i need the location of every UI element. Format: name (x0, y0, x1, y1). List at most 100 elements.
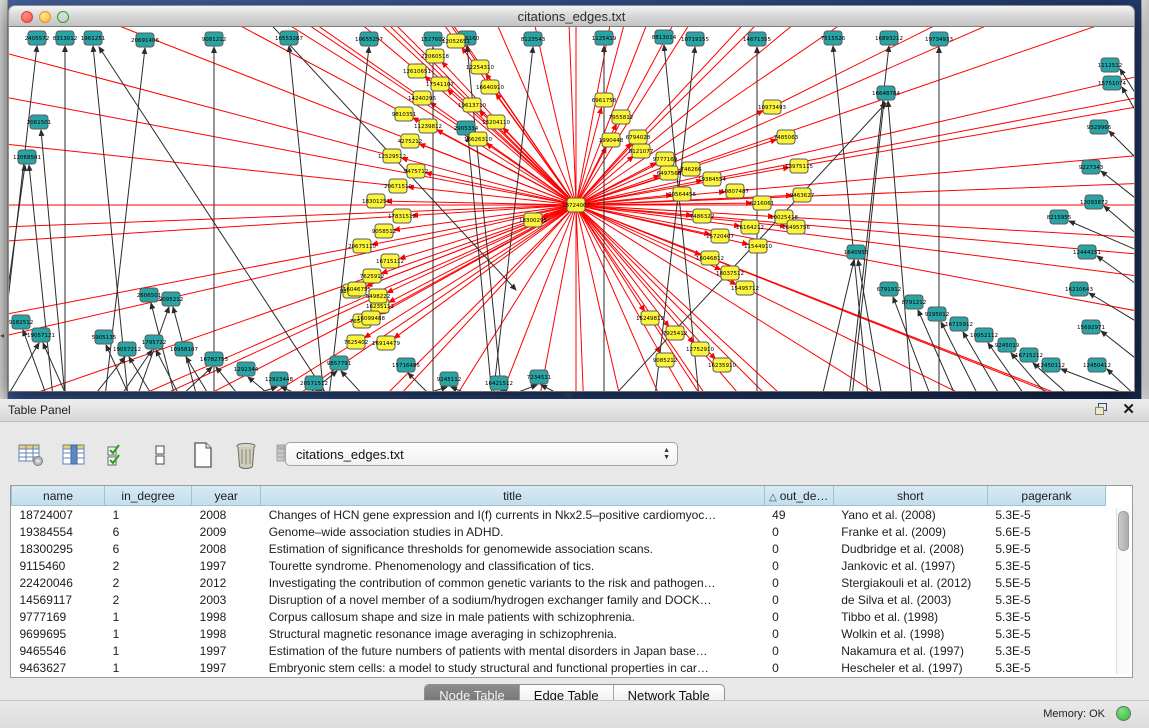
graph-node[interactable]: 9195012 (925, 307, 950, 321)
table-row[interactable]: 1872400712008Changes of HCN gene express… (12, 506, 1106, 524)
table-cell[interactable]: 6 (105, 540, 192, 557)
graph-node[interactable]: 16715912 (945, 317, 973, 331)
graph-node[interactable]: 9810351 (392, 107, 417, 121)
network-graph-canvas[interactable]: 2405572831301219612512069140690812121055… (8, 27, 1135, 392)
table-cell[interactable]: Corpus callosum shape and size in male p… (261, 608, 764, 625)
graph-node[interactable]: 7234511 (527, 370, 552, 384)
table-cell[interactable]: Yano et al. (2008) (833, 506, 987, 524)
table-row[interactable]: 969969511998Structural magnetic resonanc… (12, 625, 1106, 642)
citation-network-graph[interactable]: 2405572831301219612512069140690812121055… (9, 27, 1134, 391)
table-cell[interactable]: 2009 (192, 523, 261, 540)
table-selector-dropdown[interactable]: citations_edges.txt ▲▼ (285, 442, 678, 466)
graph-node[interactable]: 4275212 (398, 134, 423, 148)
graph-node[interactable]: 1795722 (142, 335, 167, 349)
graph-node[interactable]: 19057212 (113, 342, 141, 356)
table-row[interactable]: 946554611997Estimation of the future num… (12, 642, 1106, 659)
vertical-scrollbar[interactable] (1116, 508, 1129, 674)
table-cell[interactable]: Jankovic et al. (1997) (833, 557, 987, 574)
table-cell[interactable]: 9777169 (12, 608, 105, 625)
table-cell[interactable]: 1 (105, 659, 192, 676)
graph-node[interactable]: 6497568 (657, 166, 682, 180)
table-cell[interactable]: 0 (764, 608, 833, 625)
graph-node[interactable]: 10958107 (170, 342, 198, 356)
graph-node[interactable]: 16782753 (200, 352, 228, 366)
graph-node[interactable]: 1112512 (1098, 58, 1123, 72)
graph-node[interactable]: 5905135 (92, 330, 117, 344)
column-select-button[interactable] (57, 438, 91, 472)
table-row[interactable]: 946362711997Embryonic stem cells: a mode… (12, 659, 1106, 676)
table-cell[interactable]: 5.3E-5 (987, 557, 1105, 574)
graph-node[interactable]: 9081212 (202, 32, 227, 46)
west-collapse-handle-icon[interactable]: ◂ (0, 331, 4, 340)
graph-node[interactable]: 6961758 (592, 93, 617, 107)
graph-node[interactable]: 22060518 (421, 49, 449, 63)
east-panel-strip[interactable] (1141, 0, 1149, 399)
scrollbar-thumb[interactable] (1118, 511, 1129, 551)
table-cell[interactable]: 1 (105, 625, 192, 642)
graph-node[interactable]: 7515526 (821, 31, 846, 45)
table-cell[interactable]: 5.5E-5 (987, 574, 1105, 591)
table-cell[interactable]: Embryonic stem cells: a model to study s… (261, 659, 764, 676)
column-header-pagerank[interactable]: pagerank (987, 486, 1105, 506)
graph-node[interactable]: 13975115 (785, 159, 813, 173)
column-header-in-degree[interactable]: in_degree (105, 486, 192, 506)
table-cell[interactable]: 5.3E-5 (987, 506, 1105, 524)
table-cell[interactable]: 0 (764, 557, 833, 574)
table-cell[interactable]: 1997 (192, 642, 261, 659)
graph-node[interactable]: 9245112 (437, 372, 462, 386)
graph-node[interactable]: 16914479 (372, 336, 400, 350)
table-cell[interactable]: Hescheler et al. (1997) (833, 659, 987, 676)
table-cell[interactable]: Tourette syndrome. Phenomenology and cla… (261, 557, 764, 574)
table-cell[interactable]: 5.9E-5 (987, 540, 1105, 557)
table-cell[interactable]: Changes of HCN gene expression and I(f) … (261, 506, 764, 524)
table-cell[interactable]: 5.3E-5 (987, 608, 1105, 625)
graph-node[interactable]: 8791212 (902, 295, 927, 309)
column-header-name[interactable]: name (12, 486, 105, 506)
graph-node[interactable]: 16715212 (1015, 348, 1043, 362)
table-cell[interactable]: 1997 (192, 659, 261, 676)
graph-node[interactable]: 9857791 (327, 356, 352, 370)
graph-node[interactable]: 16235910 (708, 358, 736, 372)
graph-node[interactable]: 15249812 (636, 311, 664, 325)
graph-node[interactable]: 20571512 (300, 376, 328, 390)
table-cell[interactable]: 49 (764, 506, 833, 524)
close-icon[interactable]: ✕ (1122, 400, 1135, 418)
graph-node[interactable]: 2061501 (27, 115, 52, 129)
graph-node[interactable]: 12444151 (1073, 245, 1101, 259)
graph-node[interactable]: 9095212 (159, 292, 184, 306)
graph-node[interactable]: 1640955 (844, 245, 869, 259)
graph-node[interactable]: 18037512 (716, 266, 744, 280)
column-visibility-button[interactable] (100, 438, 134, 472)
table-cell[interactable]: 1998 (192, 625, 261, 642)
graph-node[interactable]: 7625912 (360, 269, 385, 283)
table-cell[interactable]: 0 (764, 659, 833, 676)
graph-node[interactable]: 6216061 (750, 196, 775, 210)
graph-node[interactable]: 2606501 (137, 288, 162, 302)
graph-node[interactable]: 12529512 (378, 149, 406, 163)
graph-node[interactable]: 12450412 (1083, 358, 1111, 372)
graph-node[interactable]: 15720407 (706, 229, 734, 243)
graph-node[interactable]: 2405572 (25, 31, 50, 45)
table-cell[interactable]: 9699695 (12, 625, 105, 642)
graph-node[interactable]: 10719155 (681, 32, 709, 46)
graph-node[interactable]: 9182512 (9, 315, 33, 329)
table-cell[interactable]: 5.6E-5 (987, 523, 1105, 540)
graph-node[interactable]: 8313012 (53, 31, 78, 45)
graph-node[interactable]: 10807487 (721, 184, 749, 198)
graph-node[interactable]: 1990448 (599, 133, 624, 147)
graph-node[interactable]: 12610651 (403, 64, 431, 78)
table-cell[interactable]: Stergiakouli et al. (2012) (833, 574, 987, 591)
table-cell[interactable]: 6 (105, 523, 192, 540)
table-cell[interactable]: 2008 (192, 506, 261, 524)
graph-node[interactable]: 9227343 (1079, 160, 1104, 174)
column-header-title[interactable]: title (261, 486, 764, 506)
graph-node[interactable]: 6791912 (877, 282, 902, 296)
column-header-out-de-[interactable]: △out_de… (764, 486, 833, 506)
graph-node[interactable]: 12068501 (13, 150, 41, 164)
graph-node[interactable]: 20671510 (384, 179, 412, 193)
table-cell[interactable]: Dudbridge et al. (2008) (833, 540, 987, 557)
table-row[interactable]: 1830029562008Estimation of significance … (12, 540, 1106, 557)
graph-node[interactable]: 16893212 (875, 31, 903, 45)
table-cell[interactable]: 18724007 (12, 506, 105, 524)
table-cell[interactable]: 5.3E-5 (987, 642, 1105, 659)
